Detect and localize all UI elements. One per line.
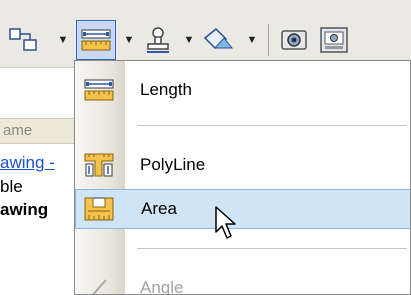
- shape-icon: [9, 28, 37, 51]
- measure-dropdown-menu: Length PolyLine Area Angle: [74, 60, 411, 295]
- menu-separator: [137, 248, 407, 249]
- snapshot-icon: [320, 27, 348, 53]
- camera-button[interactable]: [276, 20, 312, 60]
- list-item[interactable]: awing -: [0, 153, 80, 173]
- camera-icon: [281, 30, 307, 50]
- list-column-header[interactable]: ame: [0, 118, 80, 144]
- menu-item-angle[interactable]: Angle: [75, 268, 410, 295]
- measure-dropdown-arrow[interactable]: ▼: [120, 20, 138, 60]
- measure-ruler-icon: [81, 29, 111, 51]
- list-item[interactable]: ble: [0, 177, 80, 197]
- stamp-icon: [147, 27, 169, 53]
- menu-item-length[interactable]: Length: [75, 70, 410, 110]
- toolbar-separator: [268, 24, 269, 56]
- angle-icon: [92, 279, 107, 294]
- snapshot-button[interactable]: [316, 20, 352, 60]
- polyline-ruler-icon: [84, 153, 114, 177]
- stamp-dropdown-arrow[interactable]: ▼: [180, 20, 198, 60]
- fill-tool-button[interactable]: [200, 20, 236, 60]
- toolbar: ▼ ▼ ▼ ▼: [0, 0, 411, 68]
- list-item[interactable]: awing: [0, 200, 80, 220]
- app-window: ▼ ▼ ▼ ▼ ame awing - ble awing Length Pol…: [0, 0, 411, 295]
- shape-tool-button[interactable]: [6, 20, 42, 60]
- measure-tool-button[interactable]: [76, 20, 116, 60]
- mouse-cursor-icon: [215, 206, 236, 239]
- menu-item-label: PolyLine: [140, 155, 206, 174]
- length-ruler-icon: [84, 79, 114, 101]
- menu-separator: [137, 125, 407, 126]
- area-ruler-icon: [84, 197, 114, 221]
- fill-icon: [203, 27, 234, 50]
- shape-dropdown-arrow[interactable]: ▼: [54, 20, 72, 60]
- menu-item-label: Area: [141, 199, 177, 218]
- menu-item-polyline[interactable]: PolyLine: [75, 145, 410, 185]
- menu-item-label: Length: [140, 80, 192, 99]
- stamp-tool-button[interactable]: [140, 20, 176, 60]
- menu-item-label: Angle: [140, 278, 184, 295]
- fill-dropdown-arrow[interactable]: ▼: [243, 20, 261, 60]
- menu-item-area[interactable]: Area: [75, 189, 410, 229]
